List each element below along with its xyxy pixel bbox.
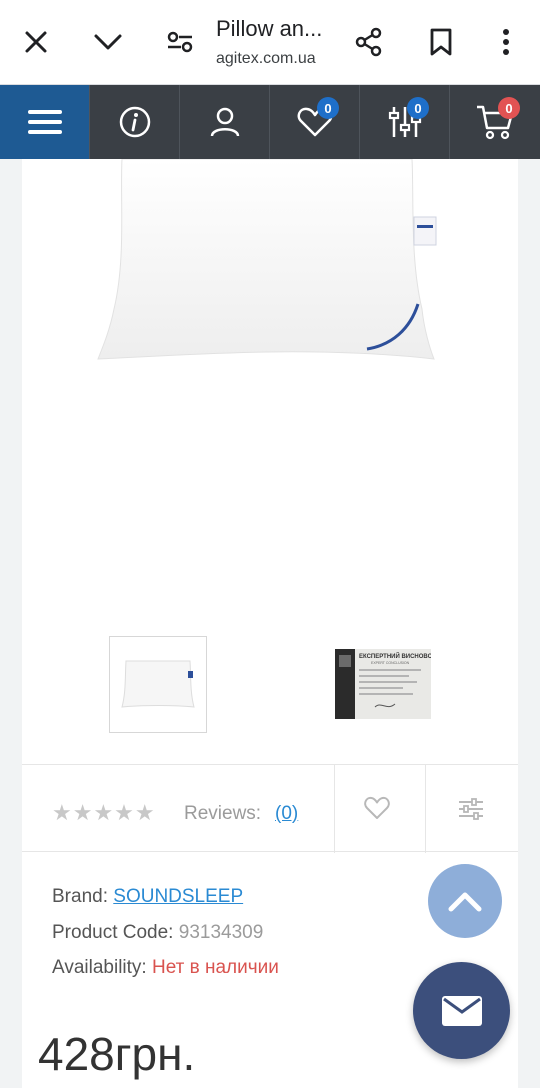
rating-row: ★★★★★ Reviews: (0) bbox=[22, 764, 518, 853]
bookmark-icon[interactable] bbox=[419, 20, 463, 64]
certificate-heading: ЕКСПЕРТНИЙ ВИСНОВОК bbox=[359, 652, 431, 660]
wishlist-count-badge: 0 bbox=[317, 97, 339, 119]
divider bbox=[425, 765, 426, 853]
product-code-value: 93134309 bbox=[178, 922, 264, 943]
divider bbox=[334, 765, 335, 853]
product-price: 428грн. bbox=[38, 1028, 196, 1080]
cart-button[interactable]: 0 bbox=[450, 85, 540, 159]
page-content: ЕКСПЕРТНИЙ ВИСНОВОК EXPERT CONCLUSION ★★… bbox=[0, 159, 540, 1088]
brand-line: Brand: SOUNDSLEEP bbox=[52, 886, 243, 908]
account-button[interactable] bbox=[180, 85, 270, 159]
chevron-up-icon bbox=[448, 892, 482, 912]
browser-toolbar: Pillow an... agitex.com.ua bbox=[0, 0, 540, 85]
site-settings-icon[interactable] bbox=[158, 20, 202, 64]
info-button[interactable] bbox=[90, 85, 180, 159]
thumbnail-certificate[interactable]: ЕКСПЕРТНИЙ ВИСНОВОК EXPERT CONCLUSION bbox=[335, 649, 431, 719]
contact-mail-button[interactable] bbox=[413, 962, 510, 1059]
rating-stars[interactable]: ★★★★★ bbox=[52, 801, 156, 825]
chevron-down-icon[interactable] bbox=[86, 20, 130, 64]
menu-button[interactable] bbox=[0, 85, 90, 159]
brand-label: Brand: bbox=[52, 886, 108, 907]
availability-status: Нет в наличии bbox=[151, 957, 279, 978]
compare-button[interactable]: 0 bbox=[360, 85, 450, 159]
product-main-image[interactable] bbox=[92, 159, 442, 364]
compare-count-badge: 0 bbox=[407, 97, 429, 119]
reviews-count-link[interactable]: (0) bbox=[275, 803, 298, 825]
certificate-subheading: EXPERT CONCLUSION bbox=[371, 661, 410, 665]
add-to-wishlist-heart-icon[interactable] bbox=[364, 796, 390, 820]
product-code-line: Product Code: 93134309 bbox=[52, 922, 263, 944]
mail-icon bbox=[441, 995, 482, 1026]
hamburger-icon bbox=[27, 110, 62, 134]
thumbnail-pillow[interactable] bbox=[109, 636, 207, 733]
scroll-to-top-button[interactable] bbox=[428, 864, 502, 938]
add-to-compare-icon[interactable] bbox=[458, 798, 484, 820]
product-card: ЕКСПЕРТНИЙ ВИСНОВОК EXPERT CONCLUSION ★★… bbox=[22, 159, 518, 1088]
more-options-icon[interactable] bbox=[484, 20, 528, 64]
close-icon[interactable] bbox=[14, 20, 58, 64]
product-code-label: Product Code: bbox=[52, 922, 174, 943]
availability-line: Availability: Нет в наличии bbox=[52, 957, 279, 979]
reviews-label: Reviews: bbox=[184, 803, 262, 824]
share-icon[interactable] bbox=[347, 20, 391, 64]
brand-link[interactable]: SOUNDSLEEP bbox=[113, 886, 243, 907]
page-title[interactable]: Pillow an... bbox=[216, 16, 322, 42]
availability-label: Availability: bbox=[52, 957, 147, 978]
site-nav-bar: 0 0 0 bbox=[0, 85, 540, 159]
info-icon bbox=[119, 106, 150, 138]
cart-count-badge: 0 bbox=[498, 97, 520, 119]
wishlist-button[interactable]: 0 bbox=[270, 85, 360, 159]
page-url[interactable]: agitex.com.ua bbox=[216, 50, 316, 68]
user-icon bbox=[210, 107, 239, 137]
